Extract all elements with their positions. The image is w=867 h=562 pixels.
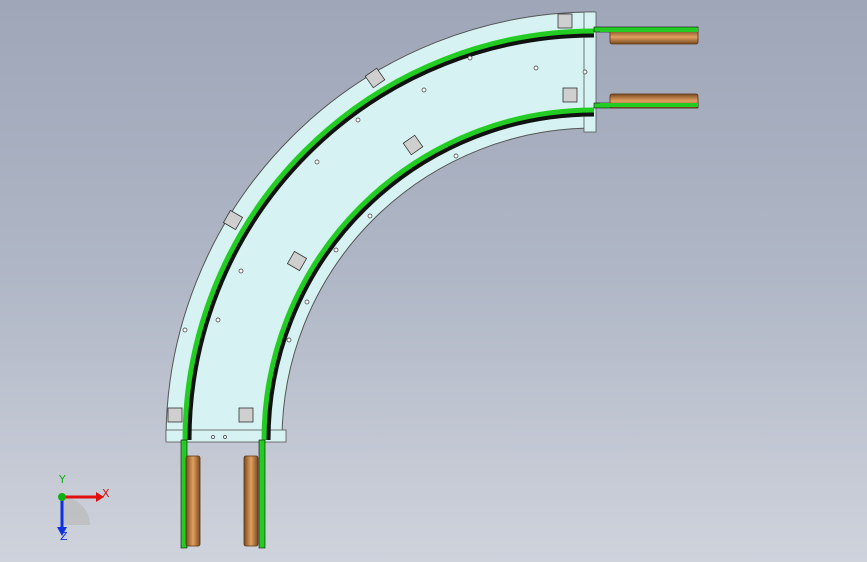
cad-viewport[interactable]: X Y Z — [0, 0, 867, 562]
axis-z-label: Z — [60, 530, 68, 543]
belt-right-outer-over — [600, 28, 698, 32]
belt-right-inner-over — [600, 103, 698, 107]
pulley-bottom-outer — [185, 455, 201, 547]
pulley-right-outer — [609, 29, 699, 45]
pulley-bottom-inner — [243, 455, 259, 547]
conveyor-curve-model[interactable] — [0, 0, 867, 562]
inner-belt-extension-down — [258, 439, 266, 549]
axis-x-label: X — [102, 487, 110, 500]
axis-y-label: Y — [59, 473, 66, 486]
